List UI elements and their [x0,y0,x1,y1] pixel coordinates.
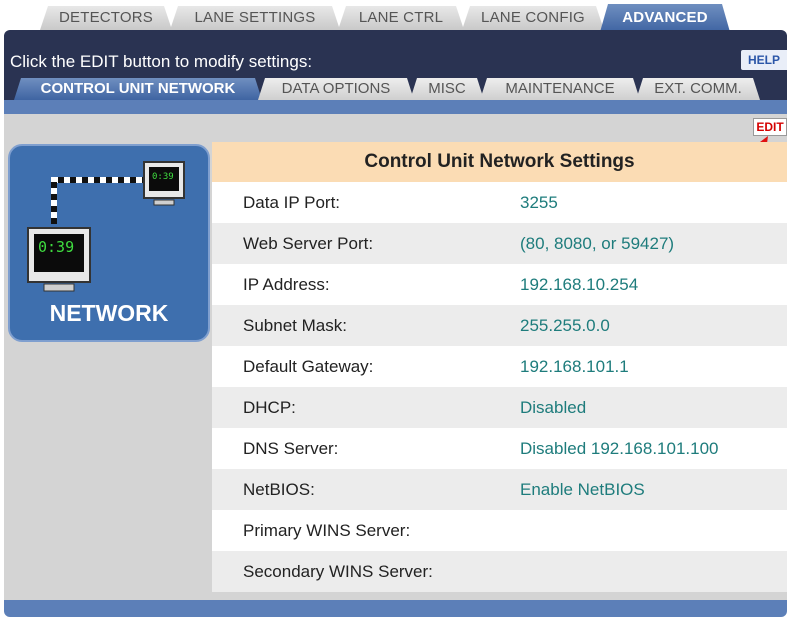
subtab-ext-comm[interactable]: EXT. COMM. [636,78,760,100]
row-label: IP Address: [243,275,330,294]
subtab-maintenance[interactable]: MAINTENANCE [480,78,640,100]
tab-lane-config[interactable]: LANE CONFIG [462,6,604,30]
edit-instruction: Click the EDIT button to modify settings… [10,52,313,71]
row-value: 192.168.10.254 [520,275,639,294]
row-label: Data IP Port: [243,193,341,212]
tab-underline-band [4,100,787,114]
setting-row-netbios: NetBIOS: Enable NetBIOS [212,469,787,510]
row-label: Default Gateway: [243,357,374,376]
subtab-misc[interactable]: MISC [410,78,484,100]
row-value: 255.255.0.0 [520,316,610,335]
row-label: DNS Server: [243,439,339,458]
bottom-band [4,600,787,617]
setting-row-ip-address: IP Address: 192.168.10.254 [212,264,787,305]
setting-row-default-gateway: Default Gateway: 192.168.101.1 [212,346,787,387]
row-value: Disabled [520,398,587,417]
tab-advanced[interactable]: ADVANCED [600,4,730,32]
row-label: Secondary WINS Server: [243,562,433,581]
row-value: 192.168.101.1 [520,357,629,376]
table-title: Control Unit Network Settings [212,142,787,182]
large-monitor-time: 0:39 [38,238,75,256]
row-label: Web Server Port: [243,234,374,253]
network-illustration-icon [27,161,185,292]
subtab-data-options[interactable]: DATA OPTIONS [258,78,414,100]
small-monitor-time: 0:39 [152,172,174,182]
tab-lane-settings[interactable]: LANE SETTINGS [170,6,340,30]
row-label: DHCP: [243,398,296,417]
network-label: NETWORK [49,300,169,326]
setting-row-primary-wins: Primary WINS Server: [212,510,787,551]
row-value: (80, 8080, or 59427) [520,234,675,253]
subtab-control-unit-network[interactable]: CONTROL UNIT NETWORK [14,78,262,100]
row-value: 3255 [520,193,558,212]
tab-lane-ctrl[interactable]: LANE CTRL [338,6,464,30]
row-value: Enable NetBIOS [520,480,645,499]
setting-row-dns-server: DNS Server: Disabled 192.168.101.100 [212,428,787,469]
setting-row-dhcp: DHCP: Disabled [212,387,787,428]
row-label: Primary WINS Server: [243,521,411,540]
setting-row-web-server-port: Web Server Port: (80, 8080, or 59427) [212,223,787,264]
top-tab-bar: DETECTORS LANE SETTINGS LANE CTRL LANE C… [0,0,787,34]
setting-row-secondary-wins: Secondary WINS Server: [212,551,787,592]
row-value: Disabled 192.168.101.100 [520,439,719,458]
tab-detectors[interactable]: DETECTORS [40,6,172,30]
help-button[interactable]: HELP [741,50,787,70]
row-label: Subnet Mask: [243,316,347,335]
row-label: NetBIOS: [243,480,315,499]
setting-row-subnet-mask: Subnet Mask: 255.255.0.0 [212,305,787,346]
setting-row-data-ip-port: Data IP Port: 3255 [212,182,787,223]
